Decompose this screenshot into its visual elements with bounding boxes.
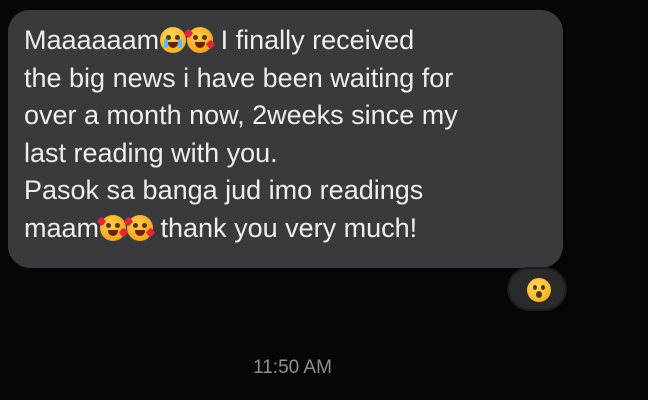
message-line-3: over a month now, 2weeks since my <box>24 100 458 130</box>
message-reaction[interactable] <box>507 267 567 311</box>
message-text-segment: I finally received <box>213 25 415 55</box>
smiling-face-with-hearts-icon <box>96 214 129 241</box>
message-line-2: the big news i have been waiting for <box>24 62 454 93</box>
message-text-segment: thank you very much! <box>153 212 418 243</box>
astonished-face-icon <box>527 278 551 302</box>
chat-screen: Maaaaaam I finally received the big news… <box>0 0 648 400</box>
message-text-segment: maam <box>24 212 100 243</box>
smiling-face-with-hearts-icon <box>183 27 216 53</box>
message-timestamp: 11:50 AM <box>253 357 332 378</box>
message-bubble[interactable]: Maaaaaam I finally received the big news… <box>8 10 563 268</box>
message-line-6: maam thank you very much! <box>24 210 549 248</box>
message-line-4: last reading with you. <box>24 137 278 168</box>
message-text-segment: Maaaaaam <box>24 25 160 55</box>
smiling-face-with-hearts-icon <box>123 214 156 241</box>
message-line-1: Maaaaaam I finally received <box>24 22 549 60</box>
message-line-5: Pasok sa banga jud imo readings <box>24 175 424 205</box>
crying-face-icon <box>160 27 187 53</box>
